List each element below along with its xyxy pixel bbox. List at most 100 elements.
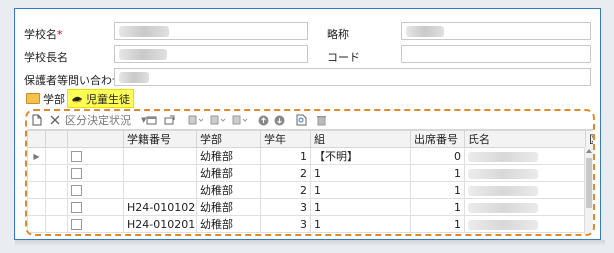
row-indicator <box>27 215 46 233</box>
class-cell[interactable]: 1 <box>310 181 411 199</box>
seat-cell[interactable]: 1 <box>410 164 465 182</box>
vertical-scrollbar[interactable] <box>584 147 593 234</box>
principal-name-input[interactable] <box>114 45 308 63</box>
grade-cell[interactable]: 1 <box>260 147 311 165</box>
row-checkbox[interactable] <box>71 185 82 196</box>
student-cap-icon <box>71 94 83 103</box>
grid-toolbar: 区分決定状況 ▼ <box>27 111 593 130</box>
paste-icon[interactable] <box>209 113 227 127</box>
row-checkbox[interactable] <box>71 151 82 162</box>
row-select <box>45 198 68 216</box>
trash-icon[interactable] <box>315 113 327 127</box>
student-no-cell[interactable]: H24-010201 <box>123 215 197 233</box>
column-header-dept[interactable]: 学部 <box>196 130 261 148</box>
tab-department[interactable]: 学部 <box>23 89 68 108</box>
seat-cell[interactable]: 1 <box>410 181 465 199</box>
column-header-name[interactable]: 氏名 <box>464 130 586 148</box>
table-header-row: 学籍番号 学部 学年 組 出席番号 氏名 区分決定状況 <box>27 130 593 148</box>
up-icon[interactable] <box>257 113 269 127</box>
column-header-class[interactable]: 組 <box>310 130 411 148</box>
class-cell[interactable]: 【不明】 <box>310 147 411 165</box>
table-row[interactable]: H24-010201 幼稚部 3 1 1 決定済 <box>27 215 593 233</box>
category-status-dropdown[interactable]: 区分決定状況 ▼ <box>65 113 146 127</box>
tab-students[interactable]: 児童生徒 <box>67 89 134 108</box>
current-row-indicator-icon: ▶ <box>27 147 46 165</box>
column-header <box>67 130 124 148</box>
redacted-value <box>119 72 149 83</box>
student-no-cell[interactable] <box>123 147 197 165</box>
move-icon[interactable] <box>231 113 249 127</box>
delete-icon[interactable] <box>49 113 61 127</box>
checkbox-header <box>45 130 68 148</box>
table-row[interactable]: 幼稚部 2 1 1 決定済 <box>27 181 593 199</box>
redacted-value <box>406 26 444 37</box>
copy-icon[interactable] <box>187 113 205 127</box>
scroll-up-icon[interactable] <box>586 149 592 153</box>
school-settings-window: 学校名* 略称 学校長名 コード 保護者等問い合わせ先 学部 児童生徒 区分決定… <box>14 8 601 240</box>
row-checkbox-cell[interactable] <box>67 164 124 182</box>
redacted-value <box>468 219 538 230</box>
dept-cell[interactable]: 幼稚部 <box>196 164 261 182</box>
student-no-cell[interactable] <box>123 181 197 199</box>
class-cell[interactable]: 1 <box>310 198 411 216</box>
down-icon[interactable] <box>273 113 285 127</box>
new-row-icon[interactable] <box>31 113 43 127</box>
student-no-cell[interactable]: H24-010102 <box>123 198 197 216</box>
required-mark: * <box>57 28 63 41</box>
code-label: コード <box>327 51 360 64</box>
grade-cell[interactable]: 3 <box>260 198 311 216</box>
row-select <box>45 215 68 233</box>
seat-cell[interactable]: 0 <box>410 147 465 165</box>
row-indicator <box>27 198 46 216</box>
row-checkbox-cell[interactable] <box>67 147 124 165</box>
student-no-cell[interactable] <box>123 164 197 182</box>
column-header-student-no[interactable]: 学籍番号 <box>123 130 197 148</box>
school-name-input[interactable] <box>114 22 308 40</box>
column-header-seat[interactable]: 出席番号 <box>410 130 465 148</box>
row-checkbox[interactable] <box>71 202 82 213</box>
column-header-grade[interactable]: 学年 <box>260 130 311 148</box>
row-checkbox-cell[interactable] <box>67 181 124 199</box>
row-select <box>45 164 68 182</box>
name-cell[interactable] <box>464 198 586 216</box>
grade-cell[interactable]: 2 <box>260 164 311 182</box>
row-checkbox-cell[interactable] <box>67 215 124 233</box>
students-table: 学籍番号 学部 学年 組 出席番号 氏名 区分決定状況 ▶ 幼稚部 1 <box>27 130 593 233</box>
name-cell[interactable] <box>464 181 586 199</box>
window-shadow <box>15 240 605 246</box>
column-header-status[interactable]: 区分決定状況 <box>585 130 593 148</box>
row-select <box>45 181 68 199</box>
scrollbar-thumb[interactable] <box>586 158 592 208</box>
search-icon[interactable] <box>295 113 307 127</box>
redacted-value <box>119 49 167 60</box>
row-checkbox[interactable] <box>71 219 82 230</box>
code-input[interactable] <box>401 45 591 63</box>
folder-icon <box>26 93 40 104</box>
dept-cell[interactable]: 幼稚部 <box>196 181 261 199</box>
redacted-value <box>468 185 538 196</box>
export-icon[interactable] <box>145 113 157 127</box>
table-row[interactable]: 幼稚部 2 1 1 決定済 <box>27 164 593 182</box>
grade-cell[interactable]: 3 <box>260 215 311 233</box>
guardian-contact-input[interactable] <box>114 68 591 86</box>
dept-cell[interactable]: 幼稚部 <box>196 198 261 216</box>
grade-cell[interactable]: 2 <box>260 181 311 199</box>
name-cell[interactable] <box>464 215 586 233</box>
dept-cell[interactable]: 幼稚部 <box>196 147 261 165</box>
import-icon[interactable] <box>163 113 175 127</box>
table-row[interactable]: ▶ 幼稚部 1 【不明】 0 未決定 <box>27 147 593 165</box>
dept-cell[interactable]: 幼稚部 <box>196 215 261 233</box>
row-checkbox-cell[interactable] <box>67 198 124 216</box>
seat-cell[interactable]: 1 <box>410 215 465 233</box>
short-name-input[interactable] <box>401 22 591 40</box>
name-cell[interactable] <box>464 147 586 165</box>
table-row[interactable]: H24-010102 幼稚部 3 1 1 決定済 <box>27 198 593 216</box>
students-grid-panel: 区分決定状況 ▼ 学籍番号 学部 学年 組 出席番号 氏名 ▶ 幼稚部 1 【不… <box>25 109 595 236</box>
row-select <box>45 147 68 165</box>
seat-cell[interactable]: 1 <box>410 198 465 216</box>
name-cell[interactable] <box>464 164 586 182</box>
principal-name-label: 学校長名 <box>24 51 68 64</box>
class-cell[interactable]: 1 <box>310 215 411 233</box>
row-checkbox[interactable] <box>71 168 82 179</box>
class-cell[interactable]: 1 <box>310 164 411 182</box>
